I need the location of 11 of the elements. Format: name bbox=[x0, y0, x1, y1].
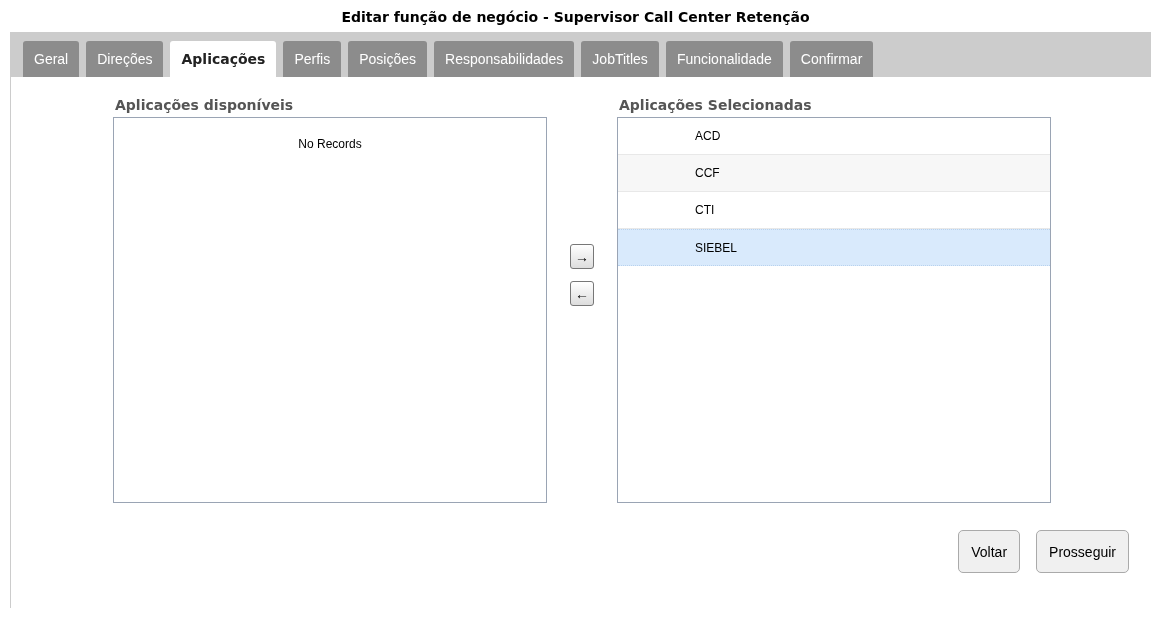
list-item[interactable]: CCF bbox=[618, 155, 1050, 192]
list-heading: Aplicações disponíveis bbox=[114, 97, 295, 115]
list-item[interactable]: SIEBEL bbox=[618, 229, 1050, 266]
move-left-button[interactable]: ← bbox=[570, 281, 594, 306]
page-title: Editar função de negócio - Supervisor Call Center Retenção bbox=[340, 8, 811, 27]
tab[interactable]: Aplicações bbox=[170, 41, 277, 77]
next-button[interactable]: Prosseguir bbox=[1036, 530, 1129, 573]
move-right-button[interactable]: → bbox=[570, 244, 594, 269]
list-heading: Aplicações Selecionadas bbox=[618, 97, 813, 115]
back-button[interactable]: Voltar bbox=[958, 530, 1021, 573]
empty-message: No Records bbox=[297, 136, 363, 151]
